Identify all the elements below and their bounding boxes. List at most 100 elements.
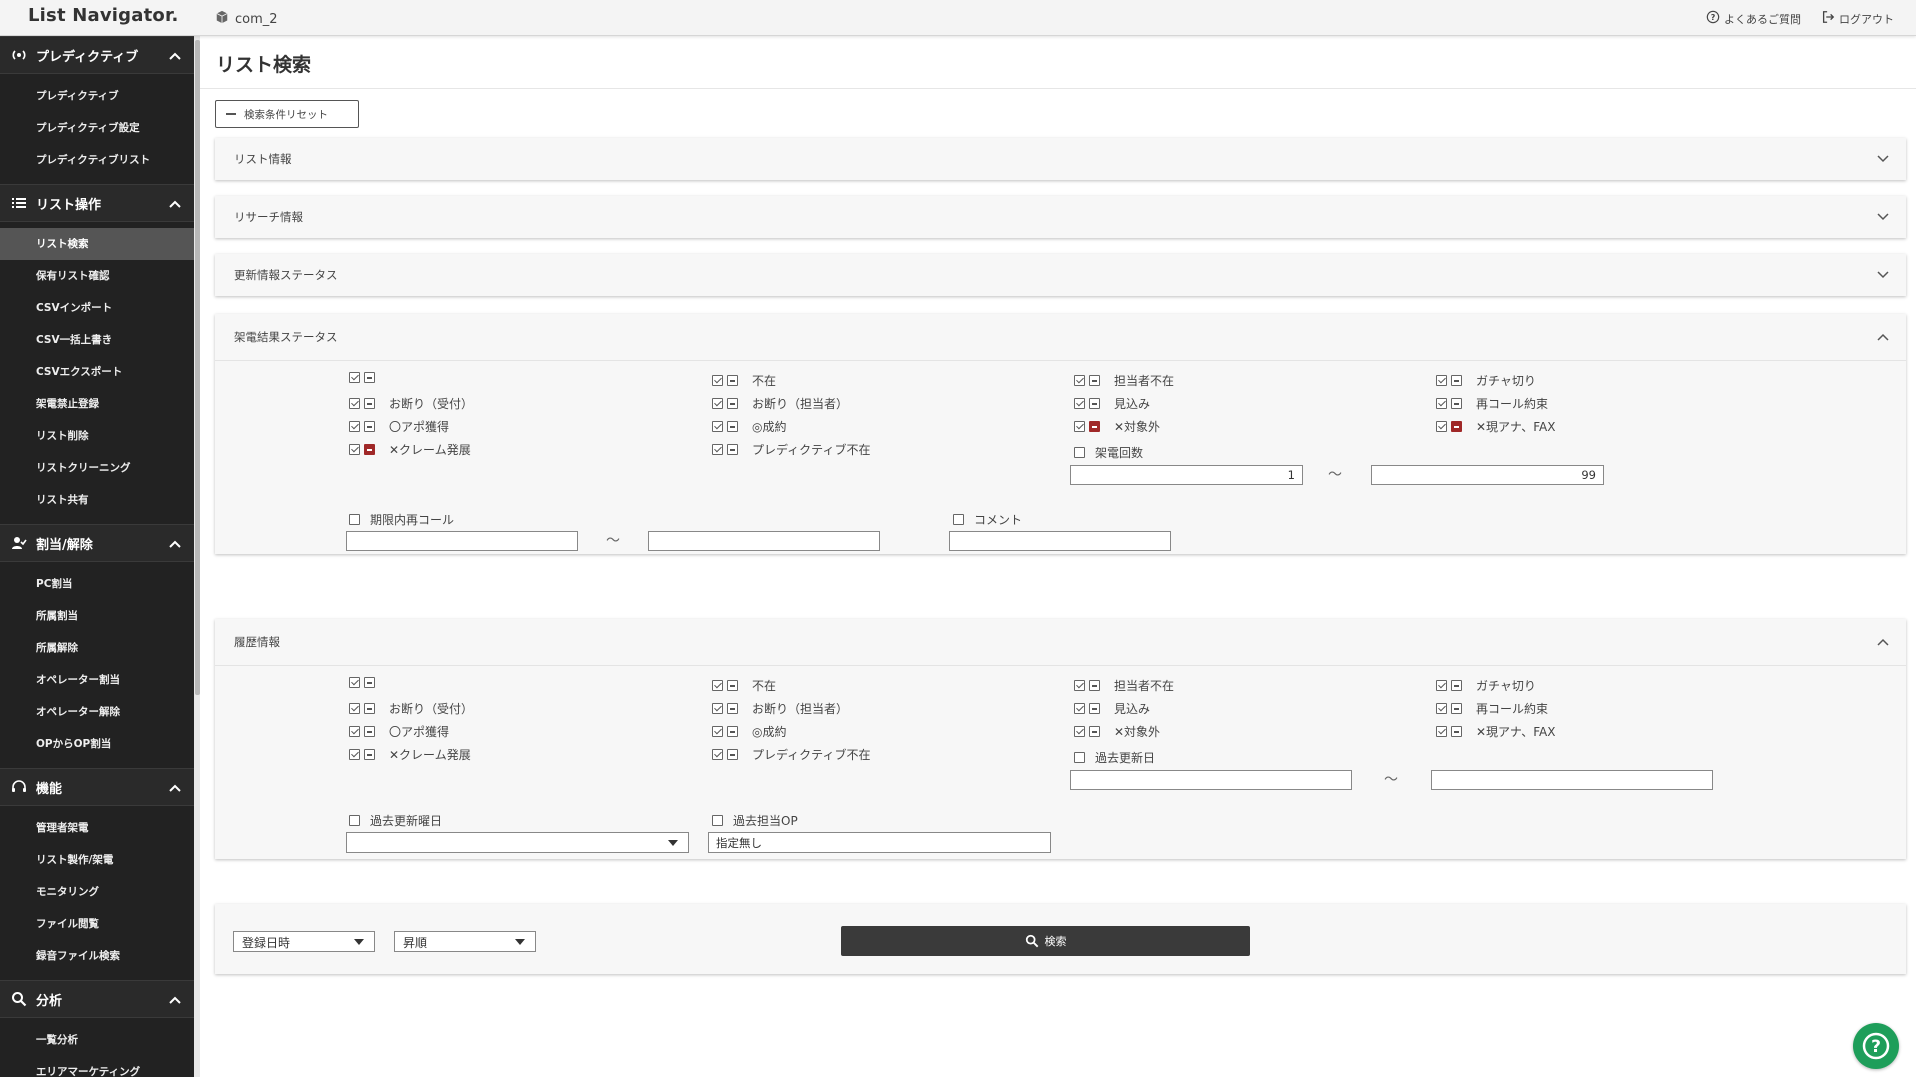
history-checkbox[interactable]: プレディクティブ不在 (712, 746, 870, 763)
history-checkbox[interactable]: 見込み (1074, 700, 1150, 717)
sidebar-section-analysis[interactable]: 分析 (0, 980, 194, 1018)
sidebar-item[interactable]: 録音ファイル検索 (0, 940, 194, 972)
sidebar-section-features[interactable]: 機能 (0, 768, 194, 806)
call-count-checkbox[interactable]: 架電回数 (1074, 444, 1143, 461)
sidebar-item[interactable]: 架電禁止登録 (0, 388, 194, 420)
sidebar-section-list-ops[interactable]: リスト操作 (0, 184, 194, 222)
history-checkbox[interactable]: ◎成約 (712, 723, 786, 740)
sort-field-select[interactable]: 登録日時 (233, 931, 375, 952)
reset-conditions-button[interactable]: 検索条件リセット (215, 100, 359, 128)
sidebar-item-list-search[interactable]: リスト検索 (0, 228, 194, 260)
past-op-input[interactable]: 指定無し (708, 832, 1051, 853)
range-tilde: ～ (606, 533, 620, 549)
sidebar-item[interactable]: モニタリング (0, 876, 194, 908)
company-name: com_2 (235, 11, 278, 27)
past-weekday-select[interactable] (346, 832, 689, 853)
recall-from-input[interactable] (346, 531, 578, 551)
comment-input[interactable] (949, 531, 1171, 551)
divider (200, 88, 1916, 89)
sidebar-section-label: 機能 (36, 781, 63, 797)
sidebar-item[interactable]: 所属割当 (0, 600, 194, 632)
dropdown-arrow-icon (515, 939, 525, 945)
comment-checkbox[interactable]: コメント (953, 511, 1022, 528)
sort-order-select[interactable]: 昇順 (394, 931, 536, 952)
range-tilde: ～ (1384, 772, 1398, 788)
sidebar-item[interactable]: オペレーター割当 (0, 664, 194, 696)
app-logo[interactable]: List Navigator. (28, 5, 179, 26)
history-checkbox[interactable]: 担当者不在 (1074, 677, 1174, 694)
sidebar-section-assign[interactable]: 割当/解除 (0, 524, 194, 562)
panel-header-history[interactable]: 履歴情報 (215, 619, 1906, 665)
sidebar-item[interactable]: リスト製作/架電 (0, 844, 194, 876)
status-checkbox-blank[interactable] (349, 372, 389, 383)
call-count-min-input[interactable]: 1 (1070, 465, 1303, 485)
sidebar-item[interactable]: リスト共有 (0, 484, 194, 516)
faq-label: よくあるご質問 (1724, 12, 1801, 26)
status-checkbox[interactable]: 担当者不在 (1074, 372, 1174, 389)
sidebar-item[interactable]: オペレーター解除 (0, 696, 194, 728)
past-weekday-checkbox[interactable]: 過去更新曜日 (349, 812, 442, 829)
status-checkbox[interactable]: 不在 (712, 372, 776, 389)
past-update-from-input[interactable] (1070, 770, 1352, 790)
history-checkbox[interactable]: お断り（担当者） (712, 700, 848, 717)
status-checkbox[interactable]: プレディクティブ不在 (712, 441, 870, 458)
sidebar-item[interactable]: エリアマーケティング (0, 1056, 194, 1077)
panel-header-research-info[interactable]: リサーチ情報 (215, 196, 1906, 238)
history-checkbox[interactable]: 不在 (712, 677, 776, 694)
history-checkbox[interactable]: 〇アポ獲得 (349, 723, 449, 740)
recall-to-input[interactable] (648, 531, 880, 551)
search-icon (10, 991, 28, 1007)
history-checkbox-blank[interactable] (349, 677, 389, 688)
history-checkbox[interactable]: ✕対象外 (1074, 723, 1160, 740)
sidebar-item[interactable]: CSVインポート (0, 292, 194, 324)
faq-link[interactable]: ? よくあるご質問 (1706, 10, 1801, 27)
panel-header-update-status[interactable]: 更新情報ステータス (215, 254, 1906, 296)
sidebar-item[interactable]: プレディクティブ設定 (0, 112, 194, 144)
dropdown-arrow-icon (354, 939, 364, 945)
sidebar-item[interactable]: OPからOP割当 (0, 728, 194, 760)
recall-checkbox[interactable]: 期限内再コール (349, 511, 454, 528)
status-checkbox[interactable]: 再コール約束 (1436, 395, 1548, 412)
call-count-max-input[interactable]: 99 (1371, 465, 1604, 485)
help-button[interactable]: ? (1853, 1023, 1899, 1069)
status-checkbox[interactable]: ✕クレーム発展 (349, 441, 471, 458)
status-checkbox[interactable]: お断り（担当者） (712, 395, 848, 412)
status-checkbox[interactable]: お断り（受付） (349, 395, 473, 412)
history-checkbox[interactable]: お断り（受付） (349, 700, 473, 717)
panel-header-list-info[interactable]: リスト情報 (215, 138, 1906, 180)
sidebar-item[interactable]: CSV一括上書き (0, 324, 194, 356)
sidebar-item[interactable]: リスト削除 (0, 420, 194, 452)
past-update-to-input[interactable] (1431, 770, 1713, 790)
status-checkbox[interactable]: ✕対象外 (1074, 418, 1160, 435)
sidebar-item[interactable]: リストクリーニング (0, 452, 194, 484)
panel-title: リサーチ情報 (234, 210, 303, 224)
sidebar-item[interactable]: PC割当 (0, 568, 194, 600)
sidebar-item[interactable]: 所属解除 (0, 632, 194, 664)
history-checkbox[interactable]: ✕現アナ、FAX (1436, 723, 1555, 740)
history-checkbox[interactable]: 再コール約束 (1436, 700, 1548, 717)
past-op-checkbox[interactable]: 過去担当OP (712, 812, 798, 829)
sidebar-item[interactable]: ファイル閲覧 (0, 908, 194, 940)
status-checkbox[interactable]: ガチャ切り (1436, 372, 1536, 389)
status-checkbox[interactable]: 〇アポ獲得 (349, 418, 449, 435)
past-update-date-checkbox[interactable]: 過去更新日 (1074, 749, 1155, 766)
chevron-up-icon (169, 540, 181, 548)
sidebar-item[interactable]: CSVエクスポート (0, 356, 194, 388)
status-checkbox[interactable]: ✕現アナ、FAX (1436, 418, 1555, 435)
logout-icon (1821, 10, 1835, 27)
sidebar-item[interactable]: プレディクティブ (0, 80, 194, 112)
sidebar-item[interactable]: プレディクティブリスト (0, 144, 194, 176)
status-checkbox[interactable]: 見込み (1074, 395, 1150, 412)
search-button[interactable]: 検索 (841, 926, 1250, 956)
history-checkbox[interactable]: ✕クレーム発展 (349, 746, 471, 763)
sidebar-item[interactable]: 保有リスト確認 (0, 260, 194, 292)
history-checkbox[interactable]: ガチャ切り (1436, 677, 1536, 694)
sidebar-item[interactable]: 一覧分析 (0, 1024, 194, 1056)
status-checkbox[interactable]: ◎成約 (712, 418, 786, 435)
sort-field-value: 登録日時 (242, 936, 291, 950)
logout-link[interactable]: ログアウト (1821, 10, 1894, 27)
panel-header-call-result[interactable]: 架電結果ステータス (215, 314, 1906, 360)
sidebar-section-predictive[interactable]: プレディクティブ (0, 36, 194, 74)
company-indicator: com_2 (215, 10, 278, 28)
sidebar-item[interactable]: 管理者架電 (0, 812, 194, 844)
